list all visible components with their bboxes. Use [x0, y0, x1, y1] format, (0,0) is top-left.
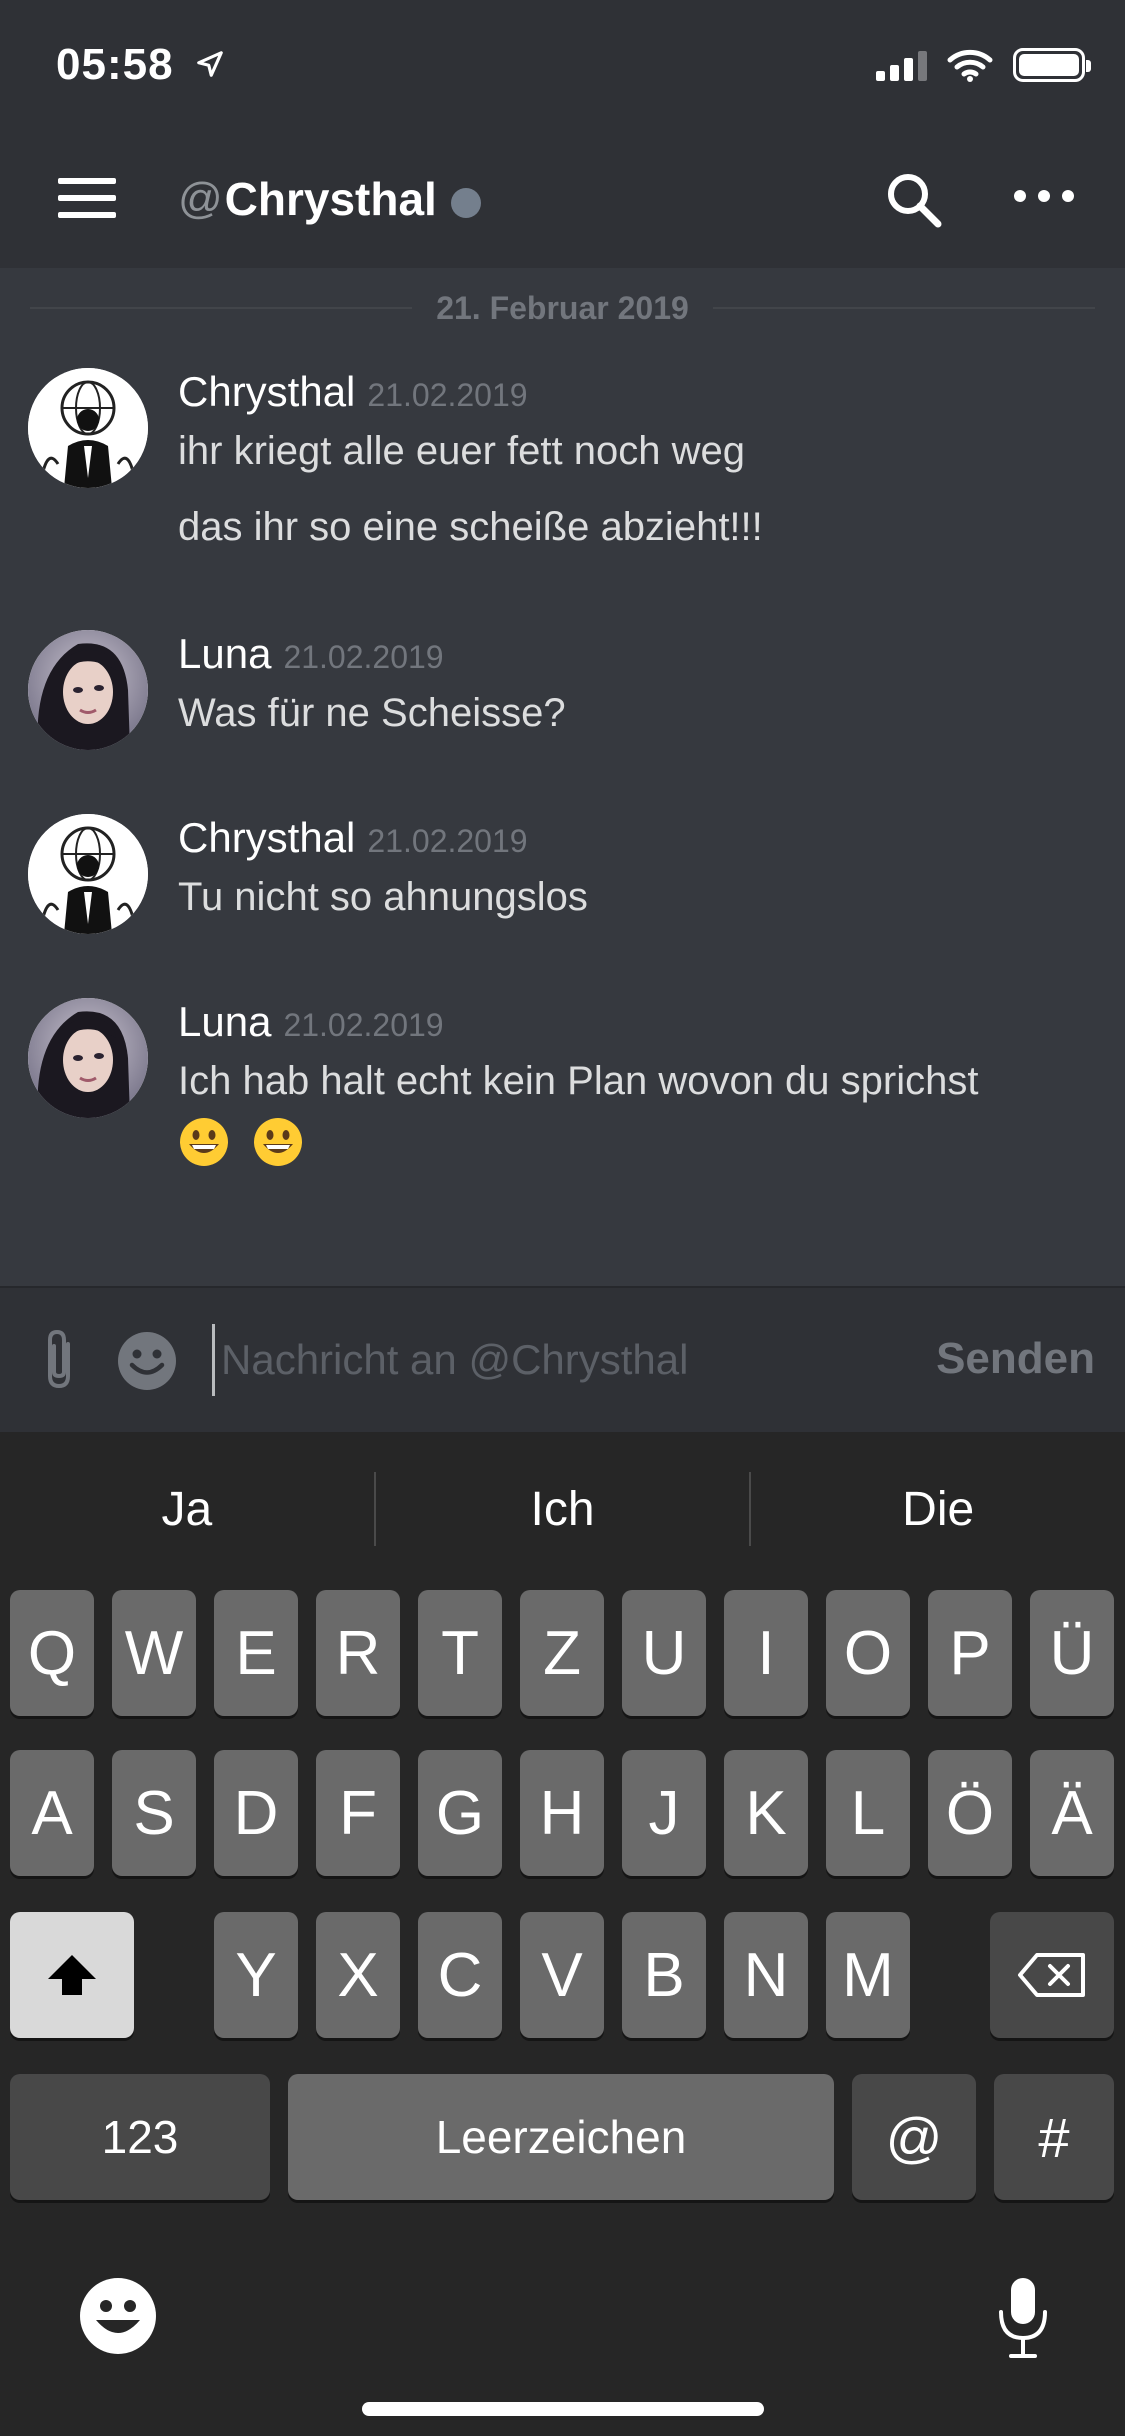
battery-icon	[1013, 48, 1091, 82]
key-o[interactable]: O	[826, 1590, 910, 1716]
key-l[interactable]: L	[826, 1750, 910, 1876]
key-n[interactable]: N	[724, 1912, 808, 2038]
emoji-keyboard-icon[interactable]	[78, 2276, 158, 2356]
key-d[interactable]: D	[214, 1750, 298, 1876]
status-icons	[876, 48, 1091, 82]
send-button[interactable]: Senden	[936, 1334, 1095, 1384]
predictive-suggestions: Ja Ich Die	[0, 1432, 1125, 1586]
emoji-row	[178, 1116, 1098, 1168]
suggestion-item[interactable]: Ja	[0, 1482, 374, 1537]
date-divider: 21. Februar 2019	[30, 288, 1095, 328]
key-i[interactable]: I	[724, 1590, 808, 1716]
key-q[interactable]: Q	[10, 1590, 94, 1716]
message-list[interactable]: 21. Februar 2019 Chrysthal 21.02.2019 ih…	[0, 268, 1125, 1286]
menu-icon[interactable]	[58, 178, 116, 218]
on-screen-keyboard: Ja Ich Die Q W E R T Z U I O P Ü A S D F…	[0, 1432, 1125, 2436]
key-j[interactable]: J	[622, 1750, 706, 1876]
message-timestamp: 21.02.2019	[283, 1007, 444, 1043]
message-author[interactable]: Chrysthal	[178, 814, 355, 862]
message-author[interactable]: Luna	[178, 998, 271, 1046]
date-divider-text: 21. Februar 2019	[436, 289, 689, 326]
user-photo-avatar[interactable]	[28, 630, 148, 750]
suggestion-item[interactable]: Ich	[376, 1482, 750, 1537]
key-u-umlaut[interactable]: Ü	[1030, 1590, 1114, 1716]
key-v[interactable]: V	[520, 1912, 604, 2038]
message-timestamp: 21.02.2019	[367, 377, 528, 413]
channel-name: Chrysthal	[224, 173, 437, 225]
key-y[interactable]: Y	[214, 1912, 298, 2038]
search-icon[interactable]	[882, 168, 946, 232]
anonymous-mask-avatar[interactable]	[28, 814, 148, 934]
channel-title: @ Chrysthal	[178, 172, 481, 226]
message-item[interactable]: Luna 21.02.2019 Was für ne Scheisse?	[28, 630, 1098, 770]
offline-status-indicator	[450, 188, 481, 218]
key-a[interactable]: A	[10, 1750, 94, 1876]
backspace-icon	[1018, 1953, 1085, 1997]
message-timestamp: 21.02.2019	[367, 823, 528, 859]
message-composer: Senden	[0, 1286, 1125, 1432]
cellular-signal-icon	[876, 49, 927, 81]
status-bar-time: 05:58	[56, 40, 225, 90]
numbers-key[interactable]: 123	[10, 2074, 270, 2200]
message-text: Tu nicht so ahnungslos	[178, 875, 588, 919]
message-author[interactable]: Chrysthal	[178, 368, 355, 416]
key-k[interactable]: K	[724, 1750, 808, 1876]
message-author[interactable]: Luna	[178, 630, 271, 678]
user-photo-avatar[interactable]	[28, 998, 148, 1118]
key-o-umlaut[interactable]: Ö	[928, 1750, 1012, 1876]
key-r[interactable]: R	[316, 1590, 400, 1716]
key-x[interactable]: X	[316, 1912, 400, 2038]
suggestion-item[interactable]: Die	[751, 1482, 1125, 1537]
key-z[interactable]: Z	[520, 1590, 604, 1716]
status-time-text: 05:58	[56, 40, 174, 89]
location-arrow-icon	[196, 51, 223, 77]
message-text: ihr kriegt alle euer fett noch weg	[178, 429, 745, 473]
anonymous-mask-avatar[interactable]	[28, 368, 148, 488]
hash-key[interactable]: #	[994, 2074, 1114, 2200]
message-item[interactable]: Chrysthal 21.02.2019 Tu nicht so ahnungs…	[28, 814, 1098, 954]
key-f[interactable]: F	[316, 1750, 400, 1876]
at-key[interactable]: @	[852, 2074, 976, 2200]
top-bar: 05:58 @ Chrysthal	[0, 0, 1125, 268]
grinning-face-emoji	[180, 1118, 228, 1166]
grinning-face-emoji	[254, 1118, 302, 1166]
backspace-key[interactable]	[990, 1912, 1114, 2038]
key-h[interactable]: H	[520, 1750, 604, 1876]
key-c[interactable]: C	[418, 1912, 502, 2038]
message-text: das ihr so eine scheiße abzieht!!!	[178, 505, 763, 549]
key-g[interactable]: G	[418, 1750, 502, 1876]
key-a-umlaut[interactable]: Ä	[1030, 1750, 1114, 1876]
key-b[interactable]: B	[622, 1912, 706, 2038]
key-w[interactable]: W	[112, 1590, 196, 1716]
message-item[interactable]: Chrysthal 21.02.2019 ihr kriegt alle eue…	[28, 368, 1098, 608]
key-e[interactable]: E	[214, 1590, 298, 1716]
message-input[interactable]	[212, 1324, 902, 1396]
wifi-icon	[947, 49, 993, 82]
shift-key[interactable]	[10, 1912, 134, 2038]
key-t[interactable]: T	[418, 1590, 502, 1716]
more-options-icon[interactable]	[1014, 190, 1074, 210]
phone-screen: 05:58 @ Chrysthal 21. Februar 2019 Chrys…	[0, 0, 1125, 2436]
emoji-picker-icon[interactable]	[116, 1330, 178, 1392]
message-timestamp: 21.02.2019	[283, 639, 444, 675]
message-item[interactable]: Luna 21.02.2019 Ich hab halt echt kein P…	[28, 998, 1098, 1198]
key-p[interactable]: P	[928, 1590, 1012, 1716]
key-u[interactable]: U	[622, 1590, 706, 1716]
paperclip-icon[interactable]	[34, 1326, 84, 1392]
shift-arrow-icon	[48, 1955, 96, 1995]
key-s[interactable]: S	[112, 1750, 196, 1876]
message-text: Was für ne Scheisse?	[178, 691, 566, 735]
key-m[interactable]: M	[826, 1912, 910, 2038]
at-symbol: @	[178, 174, 223, 223]
space-key[interactable]: Leerzeichen	[288, 2074, 834, 2200]
microphone-icon[interactable]	[996, 2276, 1050, 2360]
message-text: Ich hab halt echt kein Plan wovon du spr…	[178, 1059, 979, 1103]
home-indicator[interactable]	[362, 2402, 764, 2416]
